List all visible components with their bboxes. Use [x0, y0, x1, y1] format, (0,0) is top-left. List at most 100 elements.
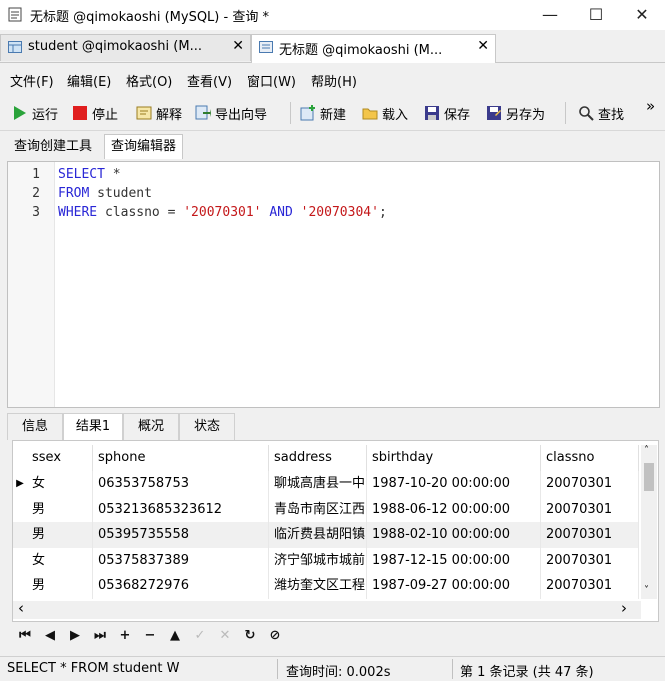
- column-header-ssex[interactable]: ssex: [27, 445, 93, 471]
- menu-file[interactable]: 文件(F): [10, 71, 54, 90]
- delete-record-icon[interactable]: −: [139, 626, 161, 646]
- horizontal-scrollbar[interactable]: ‹ ›: [13, 599, 641, 619]
- discard-changes-icon[interactable]: ✕: [214, 626, 236, 646]
- title-bar: 无标题 @qimokaoshi (MySQL) - 查询 * — ☐ ✕: [0, 0, 665, 30]
- cell-ssex[interactable]: 男: [27, 522, 93, 548]
- explain-icon: [136, 106, 152, 120]
- previous-record-icon[interactable]: ◀: [39, 626, 61, 646]
- add-record-icon[interactable]: +: [114, 626, 136, 646]
- new-query-button[interactable]: 新建: [300, 101, 356, 125]
- cell-classno[interactable]: 20070301: [541, 496, 639, 523]
- tab-info[interactable]: 信息: [7, 413, 63, 440]
- vertical-scroll-thumb[interactable]: [644, 463, 654, 491]
- sql-keyword: FROM: [58, 186, 90, 201]
- run-button[interactable]: 运行: [12, 101, 64, 125]
- menu-edit[interactable]: 编辑(E): [67, 71, 111, 90]
- export-icon: [195, 105, 211, 120]
- maximize-button[interactable]: ☐: [573, 0, 619, 30]
- column-header-sphone[interactable]: sphone: [93, 445, 269, 471]
- tab-result1[interactable]: 结果1: [63, 413, 123, 440]
- close-window-button[interactable]: ✕: [619, 0, 665, 30]
- cell-classno[interactable]: 20070301: [541, 547, 639, 574]
- menu-window[interactable]: 窗口(W): [247, 71, 296, 90]
- status-separator: [277, 659, 278, 679]
- new-icon: [300, 105, 315, 121]
- status-record-count: 第 1 条记录 (共 47 条): [460, 665, 594, 680]
- first-record-icon[interactable]: ⏮: [14, 626, 36, 646]
- sql-keyword: SELECT: [58, 167, 105, 182]
- folder-icon: [362, 108, 378, 120]
- scroll-up-icon[interactable]: ˄: [644, 445, 649, 456]
- next-record-icon[interactable]: ▶: [64, 626, 86, 646]
- vertical-scrollbar[interactable]: ˄ ˅: [641, 445, 657, 599]
- cell-saddress[interactable]: 潍坊奎文区工程: [269, 573, 367, 599]
- export-wizard-button[interactable]: 导出向导: [195, 101, 279, 125]
- cell-ssex[interactable]: 男: [27, 573, 93, 599]
- stop-button[interactable]: 停止: [72, 101, 124, 125]
- column-header-saddress[interactable]: saddress: [269, 445, 367, 471]
- cell-sbirthday[interactable]: 1988-02-10 00:00:00: [367, 522, 541, 548]
- menu-view[interactable]: 查看(V): [187, 71, 232, 90]
- cell-sbirthday[interactable]: 1987-10-20 00:00:00: [367, 471, 541, 497]
- tab-query-builder[interactable]: 查询创建工具: [7, 134, 99, 160]
- line-number: 2: [32, 186, 40, 201]
- table-row[interactable]: 男 05395735558 临沂费县胡阳镇 1988-02-10 00:00:00 20…: [13, 522, 639, 548]
- refresh-icon[interactable]: ↻: [239, 626, 261, 646]
- table-row[interactable]: 女 05375837389 济宁邹城市城前 1987-12-15 00:00:00 20…: [13, 547, 639, 574]
- stop-query-icon[interactable]: ⊘: [264, 626, 286, 646]
- sql-text: classno =: [97, 205, 184, 220]
- save-button[interactable]: 保存: [424, 101, 480, 125]
- column-header-classno[interactable]: classno: [541, 445, 639, 471]
- column-header-sbirthday[interactable]: sbirthday: [367, 445, 541, 471]
- cell-sphone[interactable]: 053213685323612: [93, 496, 269, 523]
- save-as-button[interactable]: 另存为: [486, 101, 554, 125]
- table-row[interactable]: 女 06353758753 聊城高唐县一中 1987-10-20 00:00:00 20…: [13, 471, 639, 497]
- cell-ssex[interactable]: 男: [27, 496, 93, 523]
- menu-format[interactable]: 格式(O): [126, 71, 172, 90]
- doc-tab-student[interactable]: student @qimokaoshi (M... ✕: [0, 34, 251, 61]
- cell-saddress[interactable]: 青岛市南区江西: [269, 496, 367, 523]
- run-icon: [14, 106, 26, 120]
- load-button[interactable]: 载入: [362, 101, 418, 125]
- cell-sphone[interactable]: 05395735558: [93, 522, 269, 548]
- cell-classno[interactable]: 20070301: [541, 573, 639, 599]
- cell-sphone[interactable]: 06353758753: [93, 471, 269, 497]
- scroll-left-icon[interactable]: ‹: [18, 599, 24, 617]
- cell-sbirthday[interactable]: 1988-06-12 00:00:00: [367, 496, 541, 523]
- cell-sphone[interactable]: 05375837389: [93, 547, 269, 574]
- table-row[interactable]: 男 053213685323612 青岛市南区江西 1988-06-12 00:00:…: [13, 496, 639, 523]
- cell-saddress[interactable]: 济宁邹城市城前: [269, 547, 367, 574]
- cell-sbirthday[interactable]: 1987-12-15 00:00:00: [367, 547, 541, 574]
- cell-saddress[interactable]: 聊城高唐县一中: [269, 471, 367, 497]
- explain-button[interactable]: 解释: [136, 101, 188, 125]
- doc-tab-query[interactable]: 无标题 @qimokaoshi (M... ✕: [251, 34, 496, 63]
- cell-ssex[interactable]: 女: [27, 547, 93, 574]
- scroll-right-icon[interactable]: ›: [621, 599, 627, 617]
- cell-saddress[interactable]: 临沂费县胡阳镇: [269, 522, 367, 548]
- table-row[interactable]: 男 05368272976 潍坊奎文区工程 1987-09-27 00:00:00 20…: [13, 573, 639, 599]
- doc-tab-close-icon[interactable]: ✕: [477, 38, 489, 54]
- edit-record-icon[interactable]: ▲: [164, 626, 186, 646]
- tab-status[interactable]: 状态: [179, 413, 235, 440]
- doc-tab-close-icon[interactable]: ✕: [232, 38, 244, 54]
- query-mode-tabs: 查询创建工具 查询编辑器: [0, 132, 665, 160]
- tab-query-editor[interactable]: 查询编辑器: [104, 134, 184, 159]
- menu-help[interactable]: 帮助(H): [311, 71, 357, 90]
- apply-changes-icon[interactable]: ✓: [189, 626, 211, 646]
- tab-profile[interactable]: 概况: [123, 413, 179, 440]
- minimize-button[interactable]: —: [527, 0, 573, 30]
- menu-bar: 文件(F) 编辑(E) 格式(O) 查看(V) 窗口(W) 帮助(H): [0, 64, 665, 94]
- toolbar-overflow-chevron-icon[interactable]: »: [646, 97, 655, 115]
- sql-editor[interactable]: 1 2 3 SELECT * FROM student WHERE classno …: [7, 161, 660, 408]
- result-grid[interactable]: ssex sphone saddress sbirthday classno 女…: [12, 440, 659, 622]
- cell-classno[interactable]: 20070301: [541, 522, 639, 548]
- last-record-icon[interactable]: ⏭: [89, 626, 111, 646]
- cell-sphone[interactable]: 05368272976: [93, 573, 269, 599]
- find-button[interactable]: 查找: [578, 101, 634, 125]
- save-icon: [425, 106, 439, 120]
- cell-sbirthday[interactable]: 1987-09-27 00:00:00: [367, 573, 541, 599]
- scroll-down-icon[interactable]: ˅: [644, 585, 649, 596]
- cell-classno[interactable]: 20070301: [541, 471, 639, 497]
- cell-ssex[interactable]: 女: [27, 471, 93, 497]
